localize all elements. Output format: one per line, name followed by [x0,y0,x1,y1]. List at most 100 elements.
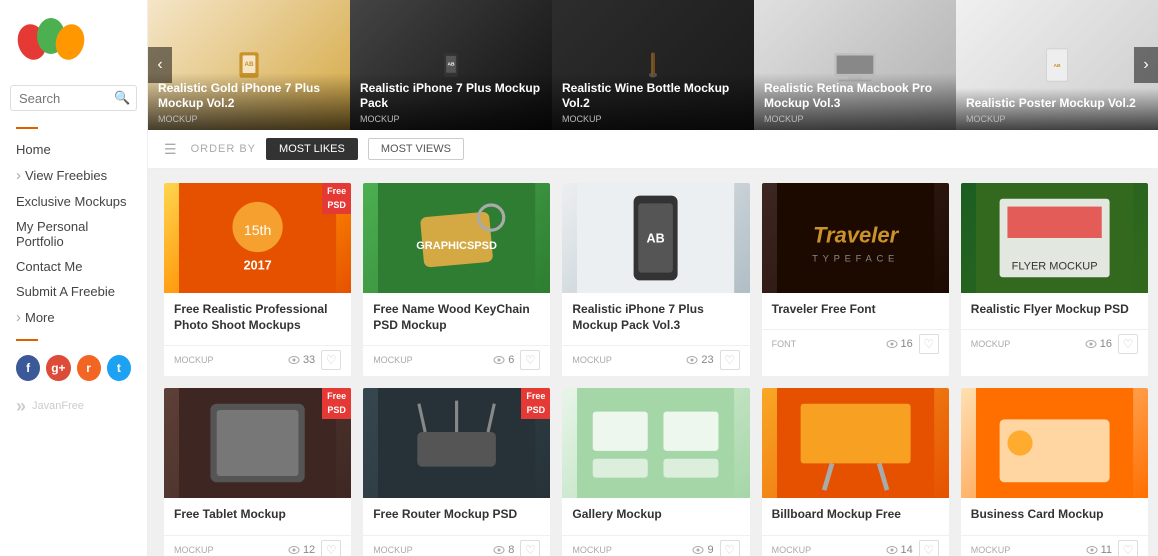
slider-prev-button[interactable]: ‹ [148,47,172,83]
card-stats-0: 33 ♡ [288,350,341,370]
jf-arrows-icon: » [16,397,26,415]
card-7[interactable]: Gallery Mockup MOCKUP 9 ♡ [562,388,749,556]
card-thumb-2: AB [562,183,749,293]
logo-area [0,0,147,79]
sidebar-item-submit[interactable]: Submit A Freebie [0,279,147,304]
card-body-5: Free Tablet Mockup [164,498,351,534]
list-view-icon[interactable]: ☰ [164,141,177,158]
slider-item-overlay-4: Realistic Poster Mockup Vol.2 MOCKUP [956,88,1158,130]
card-like-button-0[interactable]: ♡ [321,350,341,370]
free-badge: FreePSD [322,183,351,214]
svg-text:2017: 2017 [244,258,272,272]
card-views-0: 33 [288,354,315,366]
google-plus-icon[interactable]: g+ [46,355,70,381]
svg-text:15th: 15th [244,222,272,238]
watermark-text: JavanFree [32,400,84,412]
card-like-button-1[interactable]: ♡ [520,350,540,370]
main-content: ‹ AB Realistic Gold iPhone 7 Plus Mockup… [148,0,1158,556]
svg-text:AB: AB [244,61,254,68]
card-stats-5: 12 ♡ [288,540,341,556]
card-like-button-7[interactable]: ♡ [720,540,740,556]
card-title-8: Billboard Mockup Free [772,506,939,522]
card-tag-4: MOCKUP [971,339,1011,349]
card-9[interactable]: Business Card Mockup MOCKUP 11 ♡ [961,388,1148,556]
most-likes-button[interactable]: MOST LIKES [266,138,358,160]
card-thumb-6: FreePSD [363,388,550,498]
card-stats-1: 6 ♡ [493,350,540,370]
logo-icon [16,14,86,64]
card-4[interactable]: FLYER MOCKUP Realistic Flyer Mockup PSD … [961,183,1148,376]
sidebar-item-view-freebies[interactable]: View Freebies [0,162,147,189]
card-body-3: Traveler Free Font [762,293,949,329]
card-3[interactable]: TravelerTYPEFACE Traveler Free Font FONT… [762,183,949,376]
card-like-button-4[interactable]: ♡ [1118,334,1138,354]
search-input-wrap[interactable]: 🔍 [10,85,137,111]
slider-item-overlay-1: Realistic iPhone 7 Plus Mockup Pack MOCK… [350,73,552,130]
sidebar-item-contact[interactable]: Contact Me [0,254,147,279]
facebook-icon[interactable]: f [16,355,40,381]
sidebar-item-exclusive-mockups[interactable]: Exclusive Mockups [0,189,147,214]
card-like-button-2[interactable]: ♡ [720,350,740,370]
slider-next-button[interactable]: › [1134,47,1158,83]
slider-item-overlay-3: Realistic Retina Macbook Pro Mockup Vol.… [754,73,956,130]
card-title-9: Business Card Mockup [971,506,1138,522]
card-like-button-6[interactable]: ♡ [520,540,540,556]
sidebar-item-more[interactable]: More [0,304,147,331]
slider-items: AB Realistic Gold iPhone 7 Plus Mockup V… [148,0,1158,130]
card-thumb-3: TravelerTYPEFACE [762,183,949,293]
card-like-button-9[interactable]: ♡ [1118,540,1138,556]
card-8[interactable]: Billboard Mockup Free MOCKUP 14 ♡ [762,388,949,556]
card-views-7: 9 [692,544,713,556]
rss-icon[interactable]: r [77,355,101,381]
sidebar-divider-top [16,127,38,129]
watermark: » JavanFree [0,391,147,421]
slider-item-0[interactable]: AB Realistic Gold iPhone 7 Plus Mockup V… [148,0,350,130]
eye-icon [686,355,698,365]
slider-item-2[interactable]: Realistic Wine Bottle Mockup Vol.2 MOCKU… [552,0,754,130]
card-footer-6: MOCKUP 8 ♡ [363,535,550,556]
card-body-6: Free Router Mockup PSD [363,498,550,534]
card-tag-9: MOCKUP [971,545,1011,555]
card-thumb-9 [961,388,1148,498]
slider-item-title-3: Realistic Retina Macbook Pro Mockup Vol.… [764,81,946,112]
card-6[interactable]: FreePSD Free Router Mockup PSD MOCKUP 8 … [363,388,550,556]
card-stats-2: 23 ♡ [686,350,739,370]
card-1[interactable]: GRAPHICSPSD Free Name Wood KeyChain PSD … [363,183,550,376]
card-views-8: 14 [886,544,913,556]
eye-icon [886,339,898,349]
slider-item-tag-4: MOCKUP [966,114,1148,124]
card-body-8: Billboard Mockup Free [762,498,949,534]
svg-text:AB: AB [1053,63,1061,69]
card-views-3: 16 [886,338,913,350]
card-tag-5: MOCKUP [174,545,214,555]
slider-item-1[interactable]: AB Realistic iPhone 7 Plus Mockup Pack M… [350,0,552,130]
most-views-button[interactable]: MOST VIEWS [368,138,464,160]
card-2[interactable]: AB Realistic iPhone 7 Plus Mockup Pack V… [562,183,749,376]
card-5[interactable]: FreePSD Free Tablet Mockup MOCKUP 12 ♡ [164,388,351,556]
card-views-2: 23 [686,354,713,366]
slider-item-title-2: Realistic Wine Bottle Mockup Vol.2 [562,81,744,112]
card-title-0: Free Realistic Professional Photo Shoot … [174,301,341,333]
slider-item-4[interactable]: AB Realistic Poster Mockup Vol.2 MOCKUP [956,0,1158,130]
search-input[interactable] [19,91,114,106]
twitter-icon[interactable]: t [107,355,131,381]
card-footer-4: MOCKUP 16 ♡ [961,329,1148,360]
slider-item-3[interactable]: Realistic Retina Macbook Pro Mockup Vol.… [754,0,956,130]
card-like-button-8[interactable]: ♡ [919,540,939,556]
card-like-button-5[interactable]: ♡ [321,540,341,556]
card-stats-4: 16 ♡ [1085,334,1138,354]
svg-text:AB: AB [647,232,665,246]
sidebar-item-portfolio[interactable]: My Personal Portfolio [0,214,147,254]
sidebar-nav: Home View Freebies Exclusive Mockups My … [0,137,147,331]
sidebar-item-home[interactable]: Home [0,137,147,162]
order-bar: ☰ ORDER BY MOST LIKES MOST VIEWS [148,130,1158,169]
card-tag-0: MOCKUP [174,355,214,365]
slider-item-title-4: Realistic Poster Mockup Vol.2 [966,96,1148,112]
card-0[interactable]: 2017 15th FreePSD Free Realistic Professi… [164,183,351,376]
card-body-0: Free Realistic Professional Photo Shoot … [164,293,351,345]
card-footer-9: MOCKUP 11 ♡ [961,535,1148,556]
card-footer-8: MOCKUP 14 ♡ [762,535,949,556]
search-icon[interactable]: 🔍 [114,90,130,106]
svg-text:GRAPHICSPSD: GRAPHICSPSD [416,240,497,252]
card-like-button-3[interactable]: ♡ [919,334,939,354]
